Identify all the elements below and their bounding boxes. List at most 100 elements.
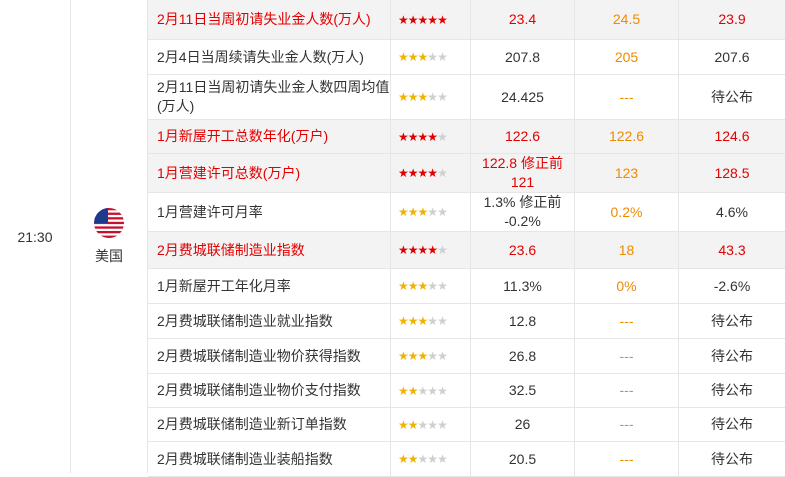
importance-rating: ★ ★ ★ ★ ★ xyxy=(391,408,471,441)
indicator-name[interactable]: 1月营建许可总数(万户) xyxy=(148,154,391,192)
star-icon: ★ xyxy=(437,314,448,328)
indicator-name[interactable]: 1月新屋开工总数年化(万户) xyxy=(148,120,391,153)
forecast-value: --- xyxy=(575,304,679,338)
actual-value: 124.6 xyxy=(714,128,750,144)
table-row[interactable]: 2月费城联储制造业指数 ★ ★ ★ ★ ★ 23.6 18 43.3 xyxy=(148,232,785,269)
table-row[interactable]: 2月费城联储制造业就业指数 ★ ★ ★ ★ ★ 12.8 --- 待公布 xyxy=(148,304,785,339)
star-icon: ★ xyxy=(427,50,438,64)
forecast-value: 205 xyxy=(575,40,679,74)
star-icon: ★ xyxy=(437,90,448,104)
time-cell: 21:30 xyxy=(0,0,71,473)
star-icon: ★ xyxy=(407,417,419,432)
table-row[interactable]: 2月费城联储制造业物价获得指数 ★ ★ ★ ★ ★ 26.8 --- 待公布 xyxy=(148,339,785,374)
previous-value: 122.8 修正前 121 xyxy=(471,154,575,192)
table-row[interactable]: 2月4日当周续请失业金人数(万人) ★ ★ ★ ★ ★ 207.8 205 207.6 xyxy=(148,40,785,75)
actual-value: 待公布 xyxy=(711,382,753,398)
star-icon: ★ xyxy=(417,417,429,432)
importance-rating: ★ ★ ★ ★ ★ xyxy=(391,154,471,192)
previous-value: 207.8 xyxy=(471,40,575,74)
indicator-name[interactable]: 2月费城联储制造业就业指数 xyxy=(148,304,391,338)
star-icon: ★ xyxy=(398,383,409,398)
previous-value: 11.3% xyxy=(471,269,575,303)
star-icon: ★ xyxy=(427,452,438,466)
indicator-name[interactable]: 2月费城联储制造业新订单指数 xyxy=(148,408,391,441)
importance-rating: ★ ★ ★ ★ ★ xyxy=(391,232,471,268)
actual-value: 43.3 xyxy=(718,241,746,258)
previous-value: 20.5 xyxy=(471,442,575,476)
forecast-value: --- xyxy=(575,442,679,476)
previous-value: 24.425 xyxy=(471,75,575,119)
importance-rating: ★ ★ ★ ★ ★ xyxy=(391,374,471,407)
indicator-rows: 2月11日当周初请失业金人数(万人) ★ ★ ★ ★ ★ 23.4 24.5 23.9 2月4日当… xyxy=(148,0,785,477)
star-icon: ★ xyxy=(398,205,409,219)
star-icon: ★ xyxy=(437,452,448,466)
star-icon: ★ xyxy=(427,243,438,257)
star-icon: ★ xyxy=(437,129,448,144)
star-icon: ★ xyxy=(427,205,438,219)
star-icon: ★ xyxy=(427,129,438,144)
table-row[interactable]: 1月新屋开工总数年化(万户) ★ ★ ★ ★ ★ 122.6 122.6 124.6 xyxy=(148,120,785,154)
forecast-value: 18 xyxy=(575,232,679,268)
previous-value: 1.3% 修正前 -0.2% xyxy=(471,193,575,231)
forecast-value: 0.2% xyxy=(575,193,679,231)
indicator-name[interactable]: 2月费城联储制造业物价支付指数 xyxy=(148,374,391,407)
forecast-value: 122.6 xyxy=(575,120,679,153)
table-row[interactable]: 1月新屋开工年化月率 ★ ★ ★ ★ ★ 11.3% 0% -2.6% xyxy=(148,269,785,304)
table-row[interactable]: 2月费城联储制造业装船指数 ★ ★ ★ ★ ★ 20.5 --- 待公布 xyxy=(148,442,785,477)
star-icon: ★ xyxy=(437,279,448,293)
star-icon: ★ xyxy=(407,12,419,27)
indicator-name[interactable]: 2月费城联储制造业物价获得指数 xyxy=(148,339,391,373)
importance-rating: ★ ★ ★ ★ ★ xyxy=(391,120,471,153)
actual-value: 128.5 xyxy=(714,164,750,181)
forecast-value: --- xyxy=(575,408,679,441)
forecast-value: --- xyxy=(575,339,679,373)
star-icon: ★ xyxy=(427,349,438,363)
previous-value: 23.4 xyxy=(471,0,575,39)
star-icon: ★ xyxy=(427,314,438,328)
star-icon: ★ xyxy=(437,417,448,432)
actual-value: 待公布 xyxy=(711,88,753,105)
star-icon: ★ xyxy=(417,166,429,180)
indicator-name[interactable]: 2月费城联储制造业装船指数 xyxy=(148,442,391,476)
star-icon: ★ xyxy=(437,383,448,398)
indicator-name[interactable]: 2月11日当周初请失业金人数四周均值(万人) xyxy=(148,75,391,119)
star-icon: ★ xyxy=(398,12,409,27)
importance-rating: ★ ★ ★ ★ ★ xyxy=(391,269,471,303)
indicator-name[interactable]: 2月11日当周初请失业金人数(万人) xyxy=(148,0,391,39)
actual-value: -2.6% xyxy=(713,277,751,294)
actual-value: 待公布 xyxy=(711,416,753,432)
star-icon: ★ xyxy=(407,90,419,104)
star-icon: ★ xyxy=(407,205,419,219)
previous-value: 26.8 xyxy=(471,339,575,373)
indicator-name[interactable]: 2月4日当周续请失业金人数(万人) xyxy=(148,40,391,74)
calendar-table: 21:30 美国 2月11日当周初请失业金人数(万人) ★ ★ ★ ★ ★ 23.4 24.5… xyxy=(0,0,785,477)
star-icon: ★ xyxy=(417,452,429,466)
star-icon: ★ xyxy=(437,166,448,180)
table-row[interactable]: 1月营建许可月率 ★ ★ ★ ★ ★ 1.3% 修正前 -0.2% 0.2% 4.6% xyxy=(148,193,785,232)
indicator-name[interactable]: 2月费城联储制造业指数 xyxy=(148,232,391,268)
table-row[interactable]: 1月营建许可总数(万户) ★ ★ ★ ★ ★ 122.8 修正前 121 123 128.5 xyxy=(148,154,785,193)
star-icon: ★ xyxy=(437,349,448,363)
star-icon: ★ xyxy=(417,314,429,328)
star-icon: ★ xyxy=(437,243,448,257)
star-icon: ★ xyxy=(407,166,419,180)
star-icon: ★ xyxy=(437,50,448,64)
actual-value: 4.6% xyxy=(716,203,748,220)
star-icon: ★ xyxy=(407,383,419,398)
actual-value: 207.6 xyxy=(714,48,750,65)
indicator-name[interactable]: 1月新屋开工年化月率 xyxy=(148,269,391,303)
table-row[interactable]: 2月11日当周初请失业金人数四周均值(万人) ★ ★ ★ ★ ★ 24.425 --- 待公布 xyxy=(148,75,785,120)
star-icon: ★ xyxy=(427,417,438,432)
table-row[interactable]: 2月11日当周初请失业金人数(万人) ★ ★ ★ ★ ★ 23.4 24.5 23.9 xyxy=(148,0,785,40)
indicator-name[interactable]: 1月营建许可月率 xyxy=(148,193,391,231)
star-icon: ★ xyxy=(417,279,429,293)
previous-value: 32.5 xyxy=(471,374,575,407)
star-icon: ★ xyxy=(398,50,409,64)
star-icon: ★ xyxy=(417,129,429,144)
star-icon: ★ xyxy=(398,243,409,257)
star-icon: ★ xyxy=(417,349,429,363)
star-icon: ★ xyxy=(407,314,419,328)
table-row[interactable]: 2月费城联储制造业新订单指数 ★ ★ ★ ★ ★ 26 --- 待公布 xyxy=(148,408,785,442)
table-row[interactable]: 2月费城联储制造业物价支付指数 ★ ★ ★ ★ ★ 32.5 --- 待公布 xyxy=(148,374,785,408)
star-icon: ★ xyxy=(407,452,419,466)
